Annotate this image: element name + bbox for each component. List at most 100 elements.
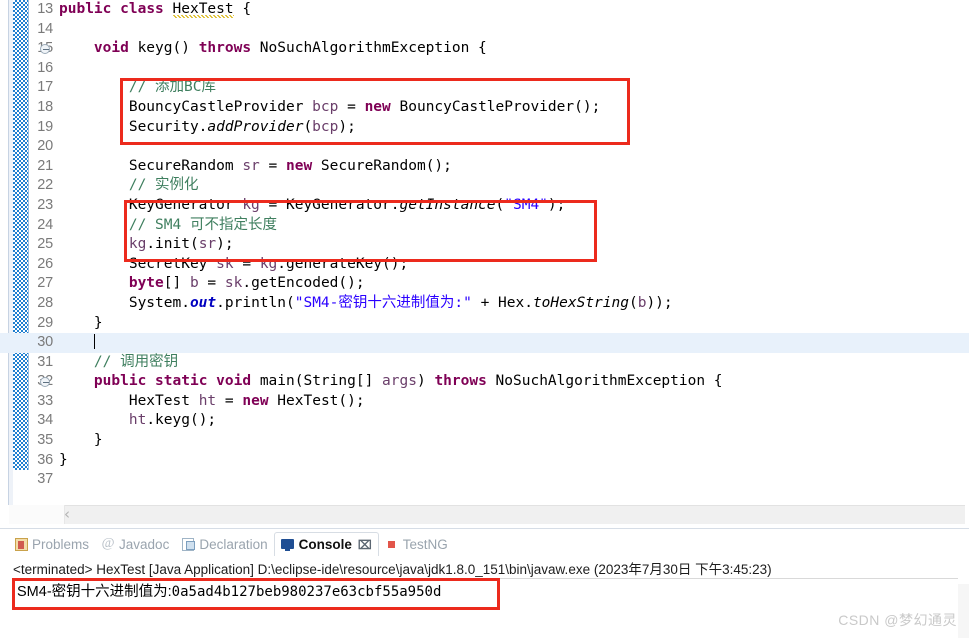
code-line[interactable]: 17 // 添加BC库 bbox=[0, 78, 969, 98]
bottom-view-panel: Problems @ Javadoc Declaration Console ⌧ TestN… bbox=[0, 528, 969, 638]
tab-console[interactable]: Console ⌧ bbox=[273, 532, 379, 556]
line-number: 26 bbox=[37, 255, 53, 272]
code-line[interactable]: 34 ht.keyg(); bbox=[0, 411, 969, 431]
line-number: 17 bbox=[37, 79, 53, 96]
line-number: 24 bbox=[37, 216, 53, 233]
console-process-header: <terminated> HexTest [Java Application] … bbox=[13, 562, 772, 577]
code-text: } bbox=[59, 432, 103, 449]
line-number: 23 bbox=[37, 196, 53, 213]
code-line[interactable]: 25 kg.init(sr); bbox=[0, 235, 969, 255]
line-number: 33 bbox=[37, 392, 53, 409]
code-text: void keyg() throws NoSuchAlgorithmExcept… bbox=[93, 40, 487, 57]
tab-label: TestNG bbox=[402, 536, 448, 552]
line-number: 31 bbox=[37, 353, 53, 370]
tab-javadoc[interactable]: @ Javadoc bbox=[95, 532, 175, 556]
code-line[interactable]: 19 Security.addProvider(bcp); bbox=[0, 118, 969, 138]
editor-hscroll-gutter-spacer bbox=[9, 505, 65, 524]
code-line[interactable]: 31 // 调用密钥 bbox=[0, 353, 969, 373]
line-number: 36 bbox=[37, 451, 53, 468]
code-line[interactable]: 16 bbox=[0, 59, 969, 79]
code-line[interactable]: 29 } bbox=[0, 314, 969, 334]
line-number: 20 bbox=[37, 138, 53, 155]
code-line[interactable]: 37 bbox=[0, 470, 969, 490]
testng-icon bbox=[385, 537, 399, 551]
declaration-icon bbox=[181, 537, 196, 551]
code-text: byte[] b = sk.getEncoded(); bbox=[128, 275, 365, 292]
console-icon bbox=[280, 538, 295, 552]
code-text: System.out.println("SM4-密钥十六进制值为:" + Hex… bbox=[59, 294, 673, 311]
code-line[interactable]: 21 SecureRandom sr = new SecureRandom(); bbox=[0, 157, 969, 177]
code-text bbox=[59, 333, 95, 353]
code-line[interactable]: 23 KeyGenerator kg = KeyGenerator.getIns… bbox=[0, 196, 969, 216]
code-line[interactable]: 20 bbox=[0, 137, 969, 157]
code-line[interactable]: 35 } bbox=[0, 431, 969, 451]
code-text: } bbox=[59, 314, 103, 331]
code-line[interactable]: 32 public static void main(String[] args… bbox=[0, 372, 969, 392]
java-code-editor[interactable]: 13 public class HexTest { 14 15 void keyg()… bbox=[0, 0, 969, 526]
line-number: 29 bbox=[37, 314, 53, 331]
code-text: SecureRandom sr = new SecureRandom(); bbox=[59, 157, 452, 174]
line-number: 28 bbox=[37, 294, 53, 311]
line-number: 22 bbox=[37, 177, 53, 194]
code-line[interactable]: 36} bbox=[0, 451, 969, 471]
line-number: 27 bbox=[37, 275, 53, 292]
view-tab-bar[interactable]: Problems @ Javadoc Declaration Console ⌧ TestN… bbox=[8, 531, 454, 557]
line-number: 25 bbox=[37, 236, 53, 253]
code-line[interactable]: 28 System.out.println("SM4-密钥十六进制值为:" + … bbox=[0, 294, 969, 314]
code-text: // 添加BC库 bbox=[128, 79, 216, 96]
code-line[interactable]: 18 BouncyCastleProvider bcp = new Bouncy… bbox=[0, 98, 969, 118]
line-number: 35 bbox=[37, 432, 53, 449]
code-line-list[interactable]: 13 public class HexTest { 14 15 void keyg()… bbox=[0, 0, 969, 492]
line-number: 34 bbox=[37, 412, 53, 429]
line-number: 37 bbox=[37, 471, 53, 488]
code-line[interactable]: 14 bbox=[0, 20, 969, 40]
line-number: 30 bbox=[37, 334, 53, 351]
code-line[interactable]: 15 void keyg() throws NoSuchAlgorithmExc… bbox=[0, 39, 969, 59]
line-number: 21 bbox=[37, 157, 53, 174]
console-output-line: SM4-密钥十六进制值为:0a5ad4b127beb980237e63cbf55… bbox=[17, 580, 441, 601]
code-text: // 实例化 bbox=[128, 177, 199, 194]
tab-declaration[interactable]: Declaration bbox=[175, 532, 273, 556]
code-line[interactable]: 26 SecretKey sk = kg.generateKey(); bbox=[0, 255, 969, 275]
console-view[interactable]: <terminated> HexTest [Java Application] … bbox=[0, 556, 969, 638]
code-text: ht.keyg(); bbox=[128, 412, 217, 429]
code-text: } bbox=[59, 451, 68, 468]
tab-problems[interactable]: Problems bbox=[8, 532, 95, 556]
code-line[interactable]: 30 bbox=[0, 333, 969, 353]
panel-divider bbox=[0, 528, 969, 529]
code-text: SecretKey sk = kg.generateKey(); bbox=[59, 255, 409, 272]
line-number: 16 bbox=[37, 59, 53, 76]
editor-horizontal-scrollbar[interactable] bbox=[9, 505, 965, 524]
line-number: 14 bbox=[37, 20, 53, 37]
code-text: // SM4 可不指定长度 bbox=[128, 216, 277, 233]
problems-icon bbox=[14, 537, 28, 551]
console-output-hex-value: 0a5ad4b127beb980237e63cbf55a950d bbox=[171, 584, 442, 600]
console-header-separator bbox=[13, 578, 958, 579]
tab-testng[interactable]: TestNG bbox=[379, 532, 454, 556]
chevron-left-icon[interactable]: ‹ bbox=[60, 507, 74, 522]
code-text: Security.addProvider(bcp); bbox=[59, 118, 356, 135]
code-line[interactable]: 13 public class HexTest { bbox=[0, 0, 969, 20]
line-number: 18 bbox=[37, 98, 53, 115]
code-line[interactable]: 33 HexTest ht = new HexTest(); bbox=[0, 392, 969, 412]
code-text: BouncyCastleProvider bcp = new BouncyCas… bbox=[59, 98, 601, 115]
javadoc-icon: @ bbox=[101, 536, 115, 551]
console-vertical-scrollbar[interactable] bbox=[958, 584, 969, 638]
code-line[interactable]: 22 // 实例化 bbox=[0, 176, 969, 196]
code-text: public static void main(String[] args) t… bbox=[93, 373, 723, 390]
tab-label: Problems bbox=[32, 536, 90, 552]
csdn-watermark: CSDN @梦幻通灵 bbox=[838, 612, 957, 628]
code-line[interactable]: 24 // SM4 可不指定长度 bbox=[0, 216, 969, 236]
code-text: KeyGenerator kg = KeyGenerator.getInstan… bbox=[59, 196, 566, 213]
code-text: public class HexTest { bbox=[59, 1, 252, 18]
code-text: HexTest ht = new HexTest(); bbox=[59, 392, 365, 409]
close-icon[interactable]: ⌧ bbox=[358, 538, 372, 552]
line-number: 13 bbox=[37, 1, 53, 17]
line-number: 19 bbox=[37, 118, 53, 135]
code-text: kg.init(sr); bbox=[128, 236, 234, 253]
code-line[interactable]: 27 byte[] b = sk.getEncoded(); bbox=[0, 274, 969, 294]
tab-label: Declaration bbox=[199, 536, 268, 552]
code-text: // 调用密钥 bbox=[93, 353, 179, 370]
console-output-label: SM4-密钥十六进制值为: bbox=[17, 584, 172, 600]
tab-label: Console bbox=[298, 537, 352, 552]
